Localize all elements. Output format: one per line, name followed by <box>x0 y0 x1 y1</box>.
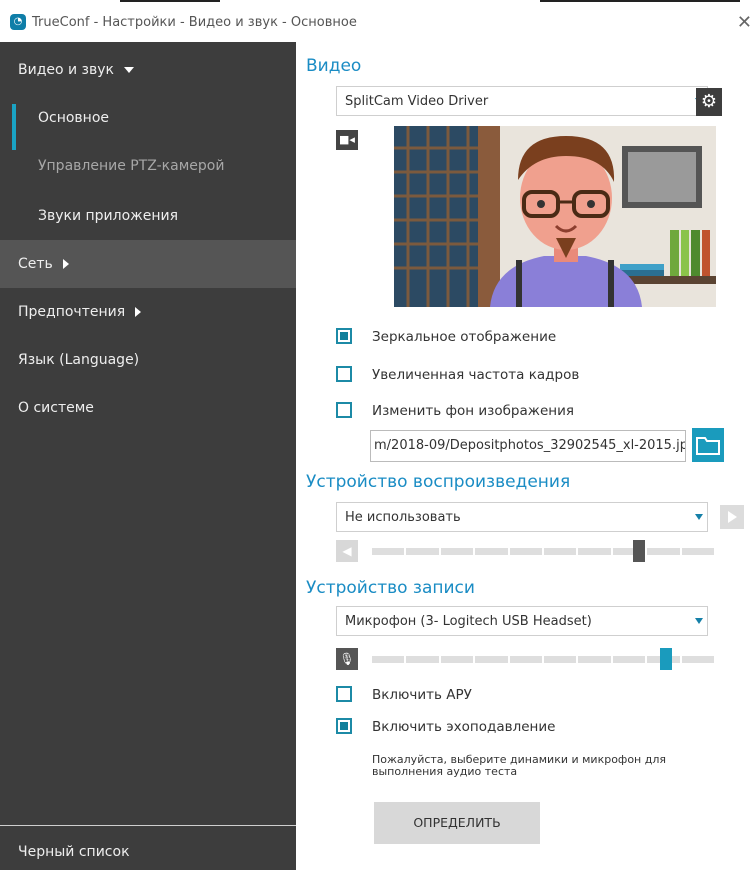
slider-thumb[interactable] <box>632 540 645 562</box>
slider-segment <box>406 548 439 555</box>
sidebar-item-label: Видео и звук <box>18 62 114 78</box>
section-title-recording: Устройство записи <box>306 578 475 598</box>
agc-checkbox[interactable] <box>336 686 352 702</box>
recording-device-select[interactable]: Микрофон (3- Logitech USB Headset) <box>336 606 708 636</box>
sidebar-item-label: Сеть <box>18 256 53 272</box>
camera-select-value: SplitCam Video Driver <box>345 94 489 109</box>
sidebar-item-video-audio[interactable]: Видео и звук <box>0 46 296 94</box>
sidebar-item-label: Основное <box>38 110 110 126</box>
sidebar-item-label: Язык (Language) <box>18 352 140 368</box>
caret-right-icon <box>62 259 69 269</box>
sidebar-item-label: Звуки приложения <box>38 208 179 224</box>
sidebar-item-blacklist[interactable]: Черный список <box>0 828 296 876</box>
sidebar-item-general[interactable]: Основное <box>0 94 296 150</box>
speaker-mute-button[interactable]: ◀ <box>336 540 358 562</box>
playback-volume-slider[interactable] <box>372 540 714 562</box>
background-path-field[interactable]: m/2018-09/Depositphotos_32902545_xl-2015… <box>370 430 686 462</box>
slider-segment <box>509 656 542 663</box>
echo-cancel-checkbox[interactable] <box>336 718 352 734</box>
sidebar-item-about[interactable]: О системе <box>0 384 296 432</box>
slider-segment <box>681 656 714 663</box>
close-icon[interactable]: ✕ <box>737 12 752 33</box>
slider-segment <box>475 548 508 555</box>
settings-panel: Видео SplitCam Video Driver ⚙ ■◂ Зеркаль… <box>296 42 756 870</box>
sidebar-item-ptz[interactable]: Управление PTZ-камерой <box>0 142 296 190</box>
trueconf-logo-icon: ◔ <box>10 14 26 30</box>
camera-select[interactable]: SplitCam Video Driver <box>336 86 708 116</box>
slider-segment <box>578 656 611 663</box>
background-checkbox[interactable] <box>336 402 352 418</box>
sidebar-item-preferences[interactable]: Предпочтения <box>0 288 296 336</box>
slider-segment <box>681 548 714 555</box>
microphone-mute-button[interactable]: 🎙 <box>336 648 358 670</box>
section-title-playback: Устройство воспроизведения <box>306 472 571 492</box>
sidebar-item-label: Предпочтения <box>18 304 126 320</box>
slider-segment <box>372 656 405 663</box>
gear-icon: ⚙ <box>700 91 718 112</box>
slider-segment <box>612 656 646 663</box>
microphone-level-slider[interactable] <box>372 648 714 670</box>
video-preview <box>394 126 716 307</box>
top-edge <box>0 0 756 4</box>
playback-device-select[interactable]: Не использовать <box>336 502 708 532</box>
slider-segment <box>509 548 542 555</box>
caret-down-icon <box>124 67 134 73</box>
sidebar-item-label: Черный список <box>18 844 130 860</box>
slider-segment <box>544 548 577 555</box>
playback-device-value: Не использовать <box>345 510 461 525</box>
recording-device-value: Микрофон (3- Logitech USB Headset) <box>345 614 592 629</box>
chevron-down-icon <box>695 618 703 624</box>
slider-segment <box>440 548 474 555</box>
camera-toggle-button[interactable]: ■◂ <box>336 130 358 150</box>
echo-cancel-label: Включить эхоподавление <box>372 719 556 735</box>
sidebar-divider <box>0 825 296 826</box>
agc-label: Включить АРУ <box>372 687 472 703</box>
slider-segment <box>475 656 508 663</box>
microphone-icon: 🎙 <box>339 652 355 666</box>
sidebar-item-label: Управление PTZ-камерой <box>38 158 225 174</box>
detect-devices-button[interactable]: ОПРЕДЕЛИТЬ <box>374 802 540 844</box>
slider-thumb[interactable] <box>660 648 673 670</box>
slider-segment <box>544 656 577 663</box>
caret-right-icon <box>135 307 142 317</box>
play-test-button[interactable] <box>720 505 744 529</box>
slider-segment <box>440 656 474 663</box>
sidebar-item-label: О системе <box>18 400 94 416</box>
slider-segment <box>372 548 405 555</box>
mirror-label: Зеркальное отображение <box>372 329 557 345</box>
slider-segment <box>578 548 611 555</box>
camera-settings-button[interactable]: ⚙ <box>696 88 722 116</box>
background-label: Изменить фон изображения <box>372 403 574 419</box>
section-title-video: Видео <box>306 56 362 76</box>
sidebar: Видео и звук Основное Управление PTZ-кам… <box>0 42 296 870</box>
audio-test-note: Пожалуйста, выберите динамики и микрофон… <box>372 753 667 778</box>
sidebar-item-language[interactable]: Язык (Language) <box>0 336 296 384</box>
slider-segment <box>647 548 680 555</box>
high-fps-label: Увеличенная частота кадров <box>372 367 580 383</box>
mirror-checkbox[interactable] <box>336 328 352 344</box>
high-fps-checkbox[interactable] <box>336 366 352 382</box>
window-title: TrueConf - Настройки - Видео и звук - Ос… <box>32 15 357 30</box>
slider-segment <box>406 656 439 663</box>
sidebar-item-network[interactable]: Сеть <box>0 240 296 288</box>
title-bar: ◔ TrueConf - Настройки - Видео и звук - … <box>0 0 756 42</box>
folder-icon <box>696 437 720 455</box>
sidebar-item-app-sounds[interactable]: Звуки приложения <box>0 192 296 240</box>
speaker-icon: ◀ <box>342 544 352 558</box>
browse-folder-button[interactable] <box>692 428 724 462</box>
video-camera-icon: ■◂ <box>339 133 355 146</box>
chevron-down-icon <box>695 514 703 520</box>
